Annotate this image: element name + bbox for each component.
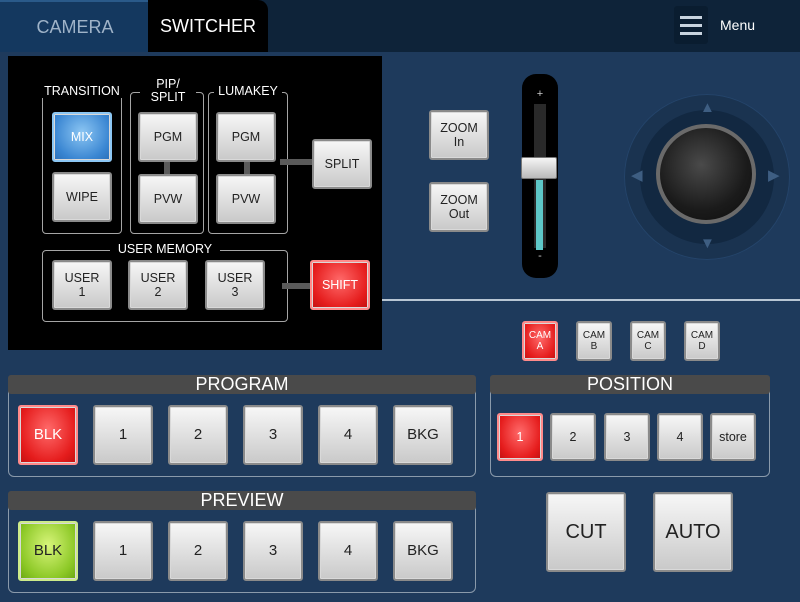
zoom-plus-label: + (536, 88, 544, 100)
connector (282, 283, 312, 289)
preview-blk-button[interactable]: BLK (18, 521, 78, 581)
program-1-button[interactable]: 1 (93, 405, 153, 465)
connector (280, 159, 316, 165)
cam-a-button[interactable]: CAM A (522, 321, 558, 361)
pip-split-label: PIP/SPLIT (140, 78, 196, 104)
arrow-right-icon[interactable]: ▶ (768, 168, 780, 183)
divider (382, 299, 800, 301)
preview-title: PREVIEW (8, 491, 476, 510)
lumakey-pgm-button[interactable]: PGM (216, 112, 276, 162)
program-bkg-button[interactable]: BKG (393, 405, 453, 465)
preview-4-button[interactable]: 4 (318, 521, 378, 581)
zoom-minus-label: - (538, 250, 542, 262)
auto-button[interactable]: AUTO (653, 492, 733, 572)
pip-pgm-button[interactable]: PGM (138, 112, 198, 162)
cam-b-button[interactable]: CAM B (576, 321, 612, 361)
zoom-slider-handle[interactable] (521, 157, 557, 179)
position-1-button[interactable]: 1 (497, 413, 543, 461)
user-1-button[interactable]: USER 1 (52, 260, 112, 310)
wipe-button[interactable]: WIPE (52, 172, 112, 222)
mix-button[interactable]: MIX (52, 112, 112, 162)
user-memory-label: USER MEMORY (110, 243, 220, 256)
preview-1-button[interactable]: 1 (93, 521, 153, 581)
shift-button[interactable]: SHIFT (310, 260, 370, 310)
user-3-button[interactable]: USER 3 (205, 260, 265, 310)
tab-camera[interactable]: CAMERA (0, 0, 150, 52)
hamburger-icon[interactable] (674, 6, 708, 44)
pip-pvw-button[interactable]: PVW (138, 174, 198, 224)
program-2-button[interactable]: 2 (168, 405, 228, 465)
position-2-button[interactable]: 2 (550, 413, 596, 461)
preview-3-button[interactable]: 3 (243, 521, 303, 581)
preview-bkg-button[interactable]: BKG (393, 521, 453, 581)
program-blk-button[interactable]: BLK (18, 405, 78, 465)
cut-button[interactable]: CUT (546, 492, 626, 572)
cam-d-button[interactable]: CAM D (684, 321, 720, 361)
arrow-down-icon[interactable]: ▼ (700, 236, 715, 251)
program-title: PROGRAM (8, 375, 476, 394)
arrow-up-icon[interactable]: ▲ (700, 100, 715, 115)
lumakey-pvw-button[interactable]: PVW (216, 174, 276, 224)
zoom-in-button[interactable]: ZOOM In (429, 110, 489, 160)
program-3-button[interactable]: 3 (243, 405, 303, 465)
cam-c-button[interactable]: CAM C (630, 321, 666, 361)
menu-label[interactable]: Menu (720, 14, 770, 36)
zoom-slider-fill (536, 180, 543, 250)
position-store-button[interactable]: store (710, 413, 756, 461)
position-3-button[interactable]: 3 (604, 413, 650, 461)
user-2-button[interactable]: USER 2 (128, 260, 188, 310)
program-4-button[interactable]: 4 (318, 405, 378, 465)
position-4-button[interactable]: 4 (657, 413, 703, 461)
tab-switcher[interactable]: SWITCHER (148, 0, 268, 52)
zoom-out-button[interactable]: ZOOM Out (429, 182, 489, 232)
preview-2-button[interactable]: 2 (168, 521, 228, 581)
joystick[interactable] (656, 124, 756, 224)
position-title: POSITION (490, 375, 770, 394)
lumakey-label: LUMAKEY (214, 85, 282, 98)
split-button[interactable]: SPLIT (312, 139, 372, 189)
transition-label: TRANSITION (42, 85, 122, 98)
arrow-left-icon[interactable]: ◀ (631, 168, 643, 183)
